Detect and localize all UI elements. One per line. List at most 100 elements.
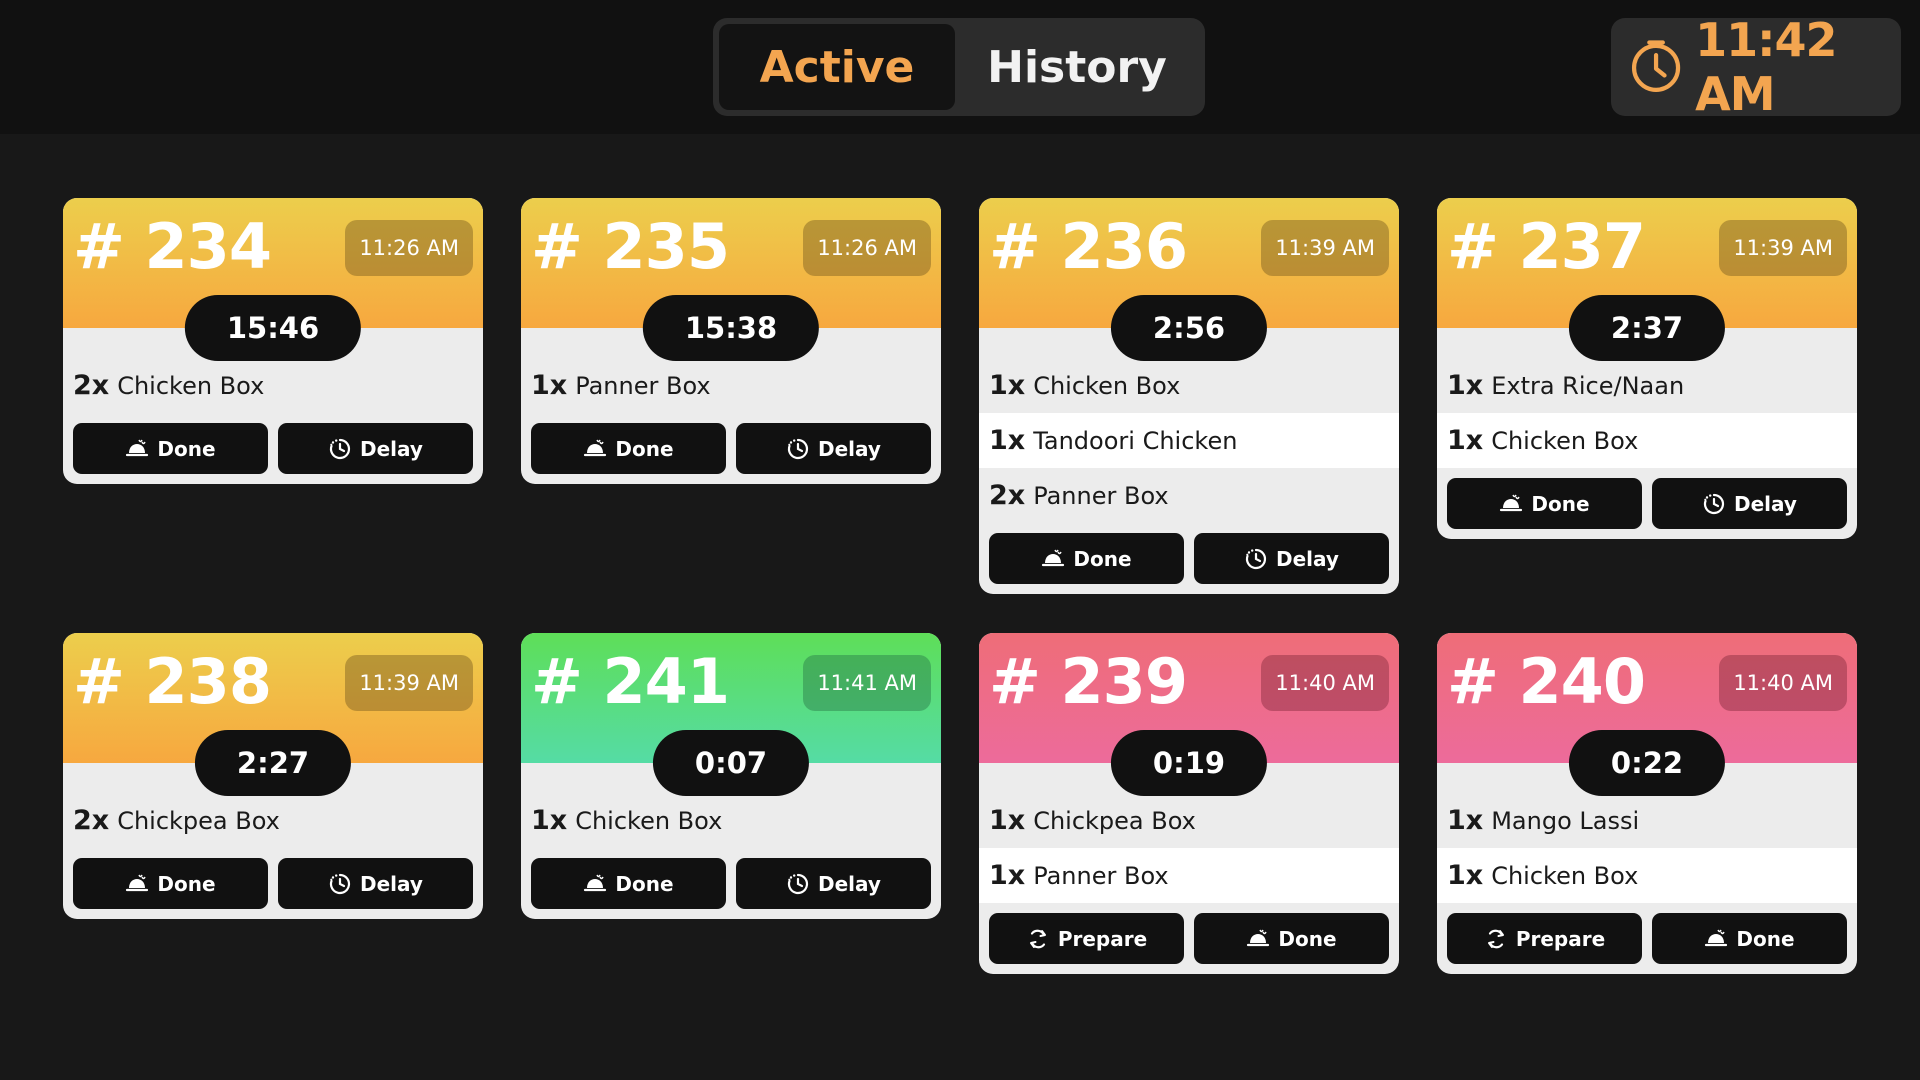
order-card-header: # 240 11:40 AM 0:22 bbox=[1437, 633, 1857, 796]
order-placed-time: 11:41 AM bbox=[803, 655, 931, 711]
item-name: Panner Box bbox=[1033, 481, 1169, 510]
done-button[interactable]: Done bbox=[73, 423, 268, 474]
button-label: Done bbox=[157, 871, 216, 896]
cloche-icon bbox=[583, 872, 607, 896]
done-button[interactable]: Done bbox=[1194, 913, 1389, 964]
order-actions: Done Delay bbox=[1437, 468, 1857, 539]
order-number: # 238 bbox=[73, 645, 272, 718]
order-card: # 239 11:40 AM 0:19 1x Chickpea Box 1x P… bbox=[979, 633, 1399, 974]
prepare-button[interactable]: Prepare bbox=[1447, 913, 1642, 964]
item-name: Panner Box bbox=[1033, 861, 1169, 890]
item-name: Chicken Box bbox=[1033, 371, 1181, 400]
item-name: Extra Rice/Naan bbox=[1491, 371, 1685, 400]
order-card-header: # 236 11:39 AM 2:56 bbox=[979, 198, 1399, 361]
button-label: Delay bbox=[1734, 491, 1797, 516]
delay-button[interactable]: Delay bbox=[278, 423, 473, 474]
item-quantity: 1x bbox=[531, 370, 568, 401]
item-quantity: 2x bbox=[73, 805, 110, 836]
item-quantity: 1x bbox=[989, 425, 1026, 456]
top-bar: Active History 11:42 AM bbox=[0, 0, 1920, 134]
item-name: Chicken Box bbox=[1491, 426, 1639, 455]
order-card: # 237 11:39 AM 2:37 1x Extra Rice/Naan 1… bbox=[1437, 198, 1857, 539]
clock-time: 11:42 AM bbox=[1695, 13, 1837, 121]
done-button[interactable]: Done bbox=[531, 423, 726, 474]
delay-button[interactable]: Delay bbox=[1194, 533, 1389, 584]
order-actions: Prepare Done bbox=[1437, 903, 1857, 974]
order-placed-time: 11:39 AM bbox=[1261, 220, 1389, 276]
item-quantity: 1x bbox=[531, 805, 568, 836]
button-label: Done bbox=[1736, 926, 1795, 951]
order-placed-time: 11:26 AM bbox=[345, 220, 473, 276]
item-quantity: 1x bbox=[989, 805, 1026, 836]
button-label: Prepare bbox=[1515, 926, 1606, 951]
button-label: Delay bbox=[360, 871, 423, 896]
item-name: Chicken Box bbox=[1491, 861, 1639, 890]
cloche-icon bbox=[1499, 492, 1523, 516]
order-actions: Done Delay bbox=[979, 523, 1399, 594]
refresh-icon bbox=[1484, 927, 1508, 951]
order-placed-time: 11:39 AM bbox=[1719, 220, 1847, 276]
done-button[interactable]: Done bbox=[73, 858, 268, 909]
delay-button[interactable]: Delay bbox=[278, 858, 473, 909]
cloche-icon bbox=[125, 437, 149, 461]
item-name: Mango Lassi bbox=[1491, 806, 1640, 835]
button-label: Done bbox=[1073, 546, 1132, 571]
button-label: Delay bbox=[1276, 546, 1339, 571]
order-card-header: # 239 11:40 AM 0:19 bbox=[979, 633, 1399, 796]
order-card: # 234 11:26 AM 15:46 2x Chicken Box Done… bbox=[63, 198, 483, 484]
order-number: # 237 bbox=[1447, 210, 1646, 283]
order-card-header: # 238 11:39 AM 2:27 bbox=[63, 633, 483, 796]
order-number: # 236 bbox=[989, 210, 1188, 283]
button-label: Delay bbox=[818, 436, 881, 461]
prepare-button[interactable]: Prepare bbox=[989, 913, 1184, 964]
order-placed-time: 11:26 AM bbox=[803, 220, 931, 276]
button-label: Done bbox=[1531, 491, 1590, 516]
elapsed-timer: 0:07 bbox=[652, 730, 810, 796]
done-button[interactable]: Done bbox=[989, 533, 1184, 584]
order-card-header: # 235 11:26 AM 15:38 bbox=[521, 198, 941, 361]
order-item: 1x Tandoori Chicken bbox=[979, 413, 1399, 468]
order-card: # 236 11:39 AM 2:56 1x Chicken Box 1x Ta… bbox=[979, 198, 1399, 594]
item-quantity: 1x bbox=[1447, 860, 1484, 891]
delay-clock-icon bbox=[328, 437, 352, 461]
tab-history[interactable]: History bbox=[955, 24, 1199, 110]
order-card: # 238 11:39 AM 2:27 2x Chickpea Box Done… bbox=[63, 633, 483, 919]
item-quantity: 1x bbox=[1447, 370, 1484, 401]
cloche-icon bbox=[1704, 927, 1728, 951]
button-label: Done bbox=[1278, 926, 1337, 951]
button-label: Delay bbox=[818, 871, 881, 896]
button-label: Done bbox=[157, 436, 216, 461]
order-number: # 234 bbox=[73, 210, 272, 283]
delay-clock-icon bbox=[786, 437, 810, 461]
done-button[interactable]: Done bbox=[1652, 913, 1847, 964]
delay-button[interactable]: Delay bbox=[1652, 478, 1847, 529]
delay-button[interactable]: Delay bbox=[736, 423, 931, 474]
done-button[interactable]: Done bbox=[1447, 478, 1642, 529]
elapsed-timer: 2:56 bbox=[1110, 295, 1268, 361]
elapsed-timer: 15:46 bbox=[184, 295, 362, 361]
order-card: # 241 11:41 AM 0:07 1x Chicken Box Done … bbox=[521, 633, 941, 919]
done-button[interactable]: Done bbox=[531, 858, 726, 909]
order-item: 1x Chicken Box bbox=[1437, 413, 1857, 468]
order-card-header: # 234 11:26 AM 15:46 bbox=[63, 198, 483, 361]
item-name: Panner Box bbox=[575, 371, 711, 400]
order-number: # 235 bbox=[531, 210, 730, 283]
item-quantity: 2x bbox=[989, 480, 1026, 511]
delay-button[interactable]: Delay bbox=[736, 858, 931, 909]
elapsed-timer: 0:19 bbox=[1110, 730, 1268, 796]
current-time-display: 11:42 AM bbox=[1611, 13, 1901, 121]
order-card-header: # 237 11:39 AM 2:37 bbox=[1437, 198, 1857, 361]
item-name: Chickpea Box bbox=[117, 806, 280, 835]
order-placed-time: 11:39 AM bbox=[345, 655, 473, 711]
tab-active[interactable]: Active bbox=[719, 24, 955, 110]
cloche-icon bbox=[1041, 547, 1065, 571]
cloche-icon bbox=[1246, 927, 1270, 951]
item-name: Chicken Box bbox=[575, 806, 723, 835]
item-name: Tandoori Chicken bbox=[1033, 426, 1238, 455]
order-actions: Done Delay bbox=[521, 413, 941, 484]
order-placed-time: 11:40 AM bbox=[1719, 655, 1847, 711]
view-tabs: Active History bbox=[713, 18, 1205, 116]
order-item: 1x Chicken Box bbox=[1437, 848, 1857, 903]
order-card: # 235 11:26 AM 15:38 1x Panner Box Done … bbox=[521, 198, 941, 484]
order-item: 2x Panner Box bbox=[979, 468, 1399, 523]
